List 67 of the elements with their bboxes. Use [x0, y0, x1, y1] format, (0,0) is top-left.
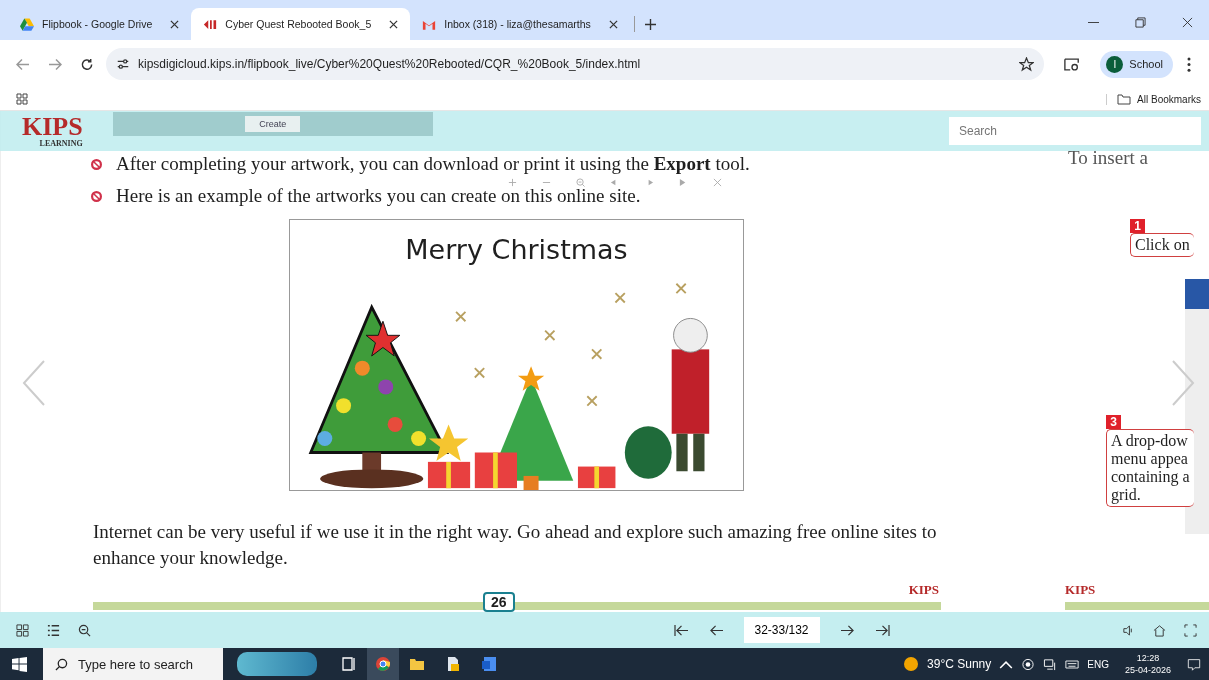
- network-icon[interactable]: [1043, 657, 1058, 671]
- bullet-text: After completing your artwork, you can download or print it using the Export tool.: [116, 153, 750, 175]
- search-field[interactable]: Search: [949, 117, 1201, 145]
- clock[interactable]: 12:28 25-04-2026: [1124, 652, 1171, 676]
- restore-icon[interactable]: [1135, 17, 1146, 28]
- callout-box: Click on: [1130, 233, 1194, 257]
- site-settings-icon: [116, 57, 130, 71]
- task-view-icon[interactable]: [341, 656, 357, 672]
- reload-icon[interactable]: [80, 57, 94, 71]
- back-icon[interactable]: [16, 57, 30, 71]
- next-icon[interactable]: [839, 623, 855, 637]
- kips-logo: KIPS LEARNING: [22, 114, 83, 148]
- menu-icon[interactable]: [1187, 56, 1191, 72]
- first-page-icon[interactable]: [673, 623, 689, 637]
- page-number-badge: 26: [483, 592, 515, 612]
- new-tab-icon[interactable]: [644, 19, 656, 30]
- triangle-logo-icon: [20, 17, 34, 31]
- browser-tab[interactable]: Cyber Quest Rebooted Book_5: [191, 8, 411, 40]
- zoom-out-icon[interactable]: [78, 623, 91, 637]
- home-icon[interactable]: [1153, 623, 1166, 637]
- footer-logo: KIPS: [908, 582, 939, 598]
- fullscreen-icon[interactable]: [1184, 623, 1197, 637]
- forward-icon[interactable]: [48, 57, 62, 71]
- close-tab-icon[interactable]: [389, 19, 399, 29]
- weather-text[interactable]: 39°C Sunny: [927, 657, 992, 671]
- profile-button[interactable]: I School: [1100, 50, 1173, 78]
- body-paragraph: Internet can be very useful if we use it in the right way. Go ahead and explore such amazing free online sites to enhance your knowledge.: [93, 520, 938, 570]
- callout-box: A drop-dow menu appea containing a grid.: [1106, 429, 1194, 507]
- previous-icon[interactable]: [708, 623, 724, 637]
- list-icon[interactable]: [47, 623, 60, 637]
- bookmark-star-icon[interactable]: [1019, 56, 1035, 72]
- artwork-title: Merry Christmas: [405, 234, 628, 265]
- taskbar-search-field[interactable]: Type here to search: [43, 648, 223, 680]
- page-search-icon[interactable]: [1064, 56, 1081, 72]
- bullet-text: Here is an example of the artworks you can create on this online site.: [116, 185, 641, 207]
- apps-grid-icon[interactable]: [16, 93, 28, 105]
- address-field[interactable]: kipsdigicloud.kips.in/flipbook_live/Cyber%20Quest%20Rebooted/CQR_%20Book_5/index.html: [106, 48, 1045, 80]
- step-number-badge: 3: [1106, 415, 1121, 429]
- close-tab-icon[interactable]: [608, 19, 618, 29]
- close-icon[interactable]: [1182, 17, 1193, 28]
- last-page-icon[interactable]: [874, 623, 890, 637]
- weather-sun-icon[interactable]: [903, 656, 920, 672]
- bullet-icon: [91, 190, 102, 202]
- search-icon: [55, 657, 68, 671]
- location-icon[interactable]: [1021, 657, 1036, 671]
- thumbnails-icon[interactable]: [16, 623, 29, 637]
- keyboard-icon[interactable]: [1065, 657, 1080, 671]
- browser-tab[interactable]: Inbox (318) - liza@thesamarths: [410, 8, 630, 40]
- windows-start-icon[interactable]: [12, 656, 27, 672]
- close-tab-icon[interactable]: [170, 19, 180, 29]
- notifications-icon[interactable]: [1187, 657, 1201, 671]
- page-number-field[interactable]: 32-33/132: [743, 617, 820, 643]
- footer-logo: KIPS: [1065, 582, 1096, 598]
- folder-icon[interactable]: [409, 656, 425, 672]
- word-icon[interactable]: [481, 656, 497, 672]
- all-bookmarks-button[interactable]: All Bookmarks: [1106, 93, 1201, 105]
- language-indicator[interactable]: ENG: [1087, 658, 1109, 670]
- folder-icon: [1117, 93, 1132, 105]
- speaker-icon[interactable]: [1122, 623, 1135, 637]
- step-number-badge: 1: [1130, 219, 1145, 233]
- document-icon[interactable]: [445, 656, 461, 672]
- create-button[interactable]: Create: [245, 116, 301, 132]
- site-logo-icon: [203, 17, 218, 31]
- body-text: To insert a: [1068, 147, 1149, 169]
- bullet-icon: [91, 158, 102, 170]
- chrome-icon[interactable]: [367, 648, 399, 680]
- browser-tab[interactable]: Flipbook - Google Drive: [8, 8, 192, 40]
